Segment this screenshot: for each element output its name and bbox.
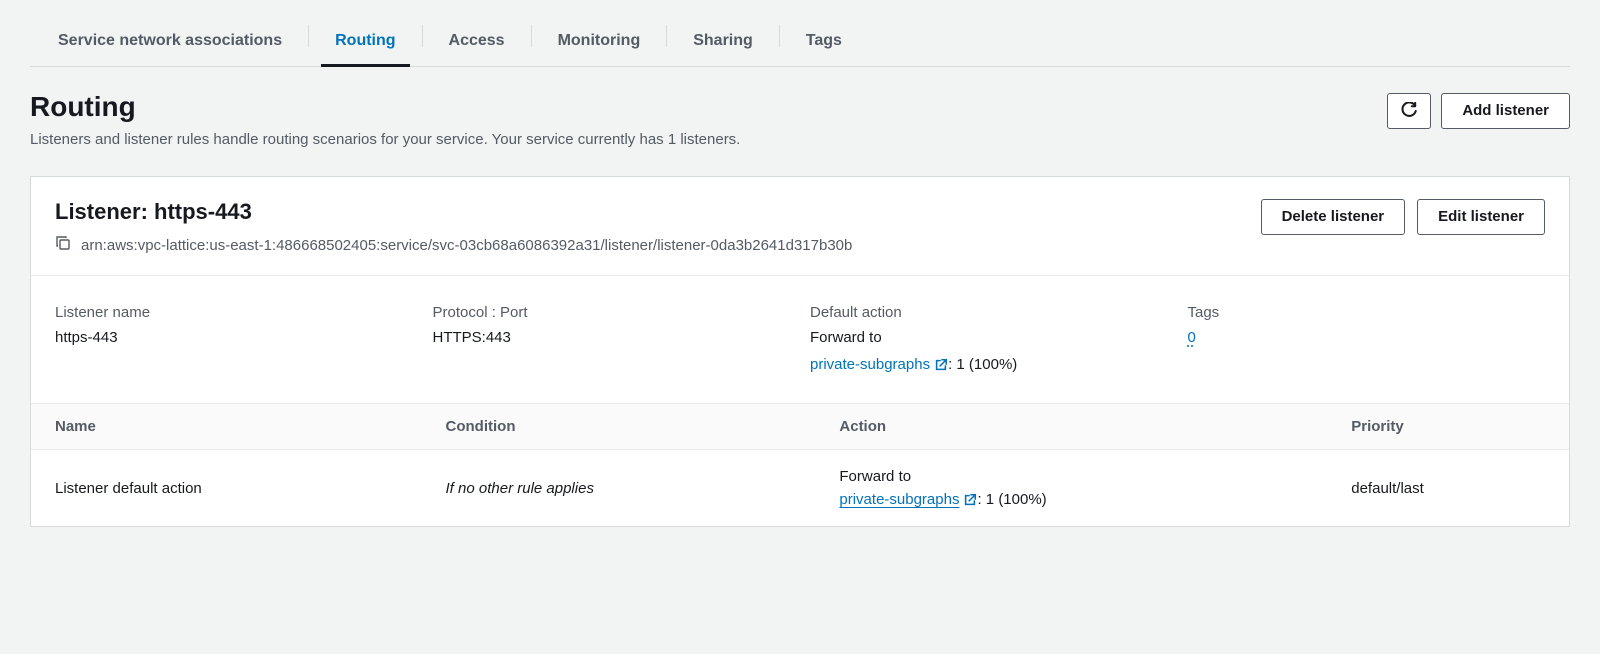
listener-title-value: https-443 <box>154 199 252 224</box>
rule-action-target-suffix: : 1 (100%) <box>977 491 1046 508</box>
external-link-icon <box>934 358 948 372</box>
default-action-forward-to: Forward to <box>810 329 1168 346</box>
copy-icon[interactable] <box>55 235 71 255</box>
divider <box>308 25 309 47</box>
rule-priority: default/last <box>1327 450 1569 527</box>
rule-action-target-link[interactable]: private-subgraphs <box>839 491 977 508</box>
page-subtitle: Listeners and listener rules handle rout… <box>30 131 740 148</box>
tab-routing[interactable]: Routing <box>327 20 403 66</box>
tab-access[interactable]: Access <box>441 20 513 66</box>
listener-name-value: https-443 <box>55 329 413 346</box>
listener-title: Listener: https-443 <box>55 199 852 225</box>
protocol-port-value: HTTPS:443 <box>433 329 791 346</box>
table-row: Listener default action If no other rule… <box>31 450 1569 527</box>
divider <box>422 25 423 47</box>
col-condition[interactable]: Condition <box>422 404 816 450</box>
rules-table: Name Condition Action Priority Listener … <box>31 403 1569 526</box>
refresh-button[interactable] <box>1387 93 1431 129</box>
tags-label: Tags <box>1188 304 1546 321</box>
tab-service-network-associations[interactable]: Service network associations <box>50 20 290 66</box>
listener-arn: arn:aws:vpc-lattice:us-east-1:4866685024… <box>81 237 852 254</box>
listener-title-prefix: Listener: <box>55 199 154 224</box>
external-link-icon <box>963 493 977 507</box>
default-action-target-name: private-subgraphs <box>810 356 930 373</box>
tabs-bar: Service network associations Routing Acc… <box>30 0 1570 67</box>
protocol-port-label: Protocol : Port <box>433 304 791 321</box>
rule-name: Listener default action <box>31 450 422 527</box>
listener-card: Listener: https-443 arn:aws:vpc-lattice:… <box>30 176 1570 527</box>
tab-sharing[interactable]: Sharing <box>685 20 761 66</box>
listener-name-label: Listener name <box>55 304 413 321</box>
add-listener-button[interactable]: Add listener <box>1441 93 1570 129</box>
rule-condition: If no other rule applies <box>422 450 816 527</box>
tab-tags[interactable]: Tags <box>798 20 850 66</box>
default-action-label: Default action <box>810 304 1168 321</box>
rule-action-target-name: private-subgraphs <box>839 491 959 508</box>
rule-action: Forward to private-subgraphs <box>815 450 1327 527</box>
delete-listener-button[interactable]: Delete listener <box>1261 199 1406 235</box>
default-action-target-suffix: : 1 (100%) <box>948 356 1017 373</box>
tags-count[interactable]: 0 <box>1188 329 1196 346</box>
page-title: Routing <box>30 91 740 123</box>
divider <box>531 25 532 47</box>
col-priority[interactable]: Priority <box>1327 404 1569 450</box>
default-action-target-link[interactable]: private-subgraphs <box>810 356 948 373</box>
divider <box>779 25 780 47</box>
edit-listener-button[interactable]: Edit listener <box>1417 199 1545 235</box>
divider <box>666 25 667 47</box>
col-action[interactable]: Action <box>815 404 1327 450</box>
col-name[interactable]: Name <box>31 404 422 450</box>
tab-monitoring[interactable]: Monitoring <box>550 20 649 66</box>
refresh-icon <box>1400 102 1418 120</box>
rule-action-forward-to: Forward to <box>839 468 1303 485</box>
